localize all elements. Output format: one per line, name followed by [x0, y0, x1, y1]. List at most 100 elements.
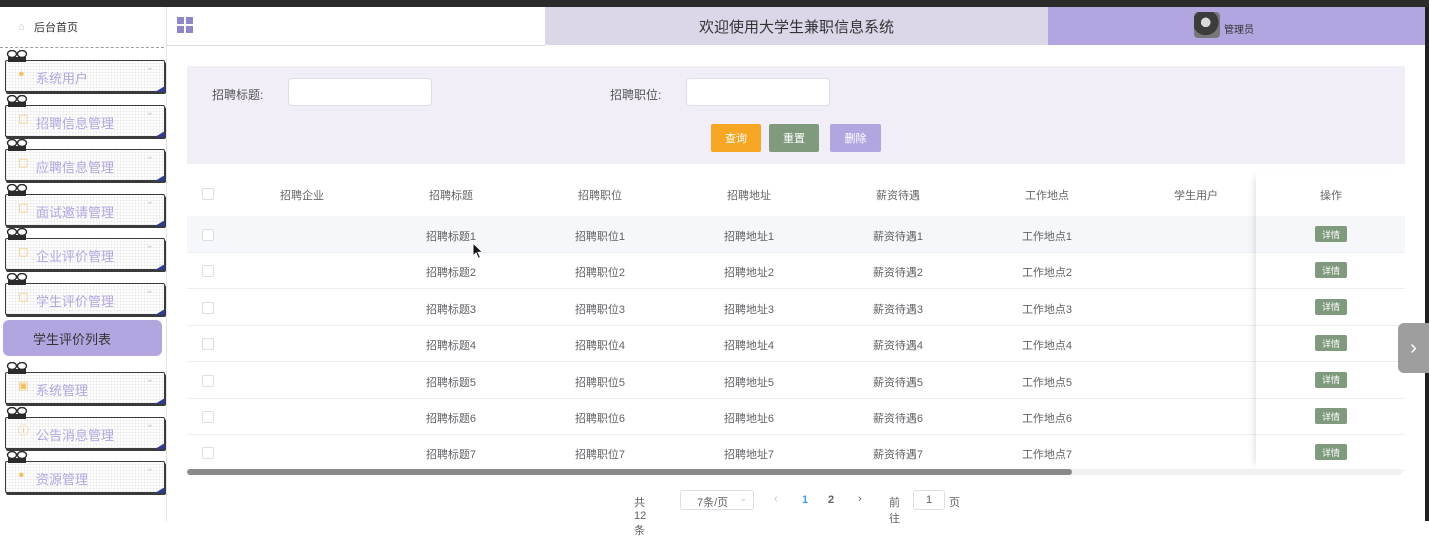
system-title: 欢迎使用大学生兼职信息系统	[698, 18, 894, 36]
corner-decoration	[155, 264, 165, 271]
table-row[interactable]: 招聘标题5 招聘职位5 招聘地址5 薪资待遇5 工作地点5 详情	[187, 362, 1405, 399]
table-cell: 薪资待遇3	[872, 303, 924, 316]
header-company: 招聘企业	[280, 190, 324, 202]
header-student: 学生用户	[1174, 190, 1218, 202]
row-checkbox[interactable]	[202, 374, 214, 387]
sidebar-home[interactable]: ⌂ 后台首页	[0, 7, 164, 48]
sidebar-subitem-student-review-list[interactable]: 学生评价列表	[3, 320, 162, 356]
row-checkbox[interactable]	[202, 265, 214, 278]
info-icon: ⓘ	[18, 424, 29, 437]
chevron-down-icon: ⌄	[145, 62, 154, 73]
sidebar-item-4[interactable]: ▢ 面试邀请管理 ⌄	[0, 183, 165, 230]
header-left	[167, 7, 545, 46]
table-cell: 招聘地址2	[723, 267, 775, 280]
title-filter-input[interactable]	[288, 78, 432, 106]
table-cell: 薪资待遇2	[872, 267, 924, 280]
menu-grid-icon[interactable]	[177, 17, 193, 33]
goto-page-input[interactable]: 1	[913, 490, 945, 510]
sidebar: ⌂ 后台首页 ● 系统用户 ⌄ ▢ 招聘信息管理 ⌄ ▢ 应聘信息管理 ⌄ ▢ 面试邀请管理 ⌄ ▢ 企业…	[0, 7, 167, 521]
avatar[interactable]	[1194, 12, 1220, 38]
binder-clip-icon	[6, 228, 28, 241]
delete-button[interactable]: 删除	[830, 124, 881, 152]
sidebar-item-5[interactable]: ▢ 企业评价管理 ⌄	[0, 228, 165, 274]
table-row[interactable]: 招聘标题1 招聘职位1 招聘地址1 薪资待遇1 工作地点1 详情	[187, 216, 1405, 253]
sidebar-item-3[interactable]: ● 资源管理 ⌄	[0, 451, 165, 497]
page-number-1[interactable]: 1	[802, 494, 808, 506]
sidebar-item-box[interactable]: ▢ 应聘信息管理 ⌄	[5, 149, 165, 182]
doc-icon: ▢	[18, 157, 29, 170]
table-cell: 薪资待遇7	[872, 449, 924, 462]
table-row[interactable]: 招聘标题3 招聘职位3 招聘地址3 薪资待遇3 工作地点3 详情	[187, 289, 1405, 326]
sidebar-subitem-label: 学生评价列表	[33, 331, 112, 347]
table-cell: 招聘标题3	[425, 303, 477, 316]
horizontal-scrollbar[interactable]	[187, 469, 1402, 475]
table-row[interactable]: 招聘标题6 招聘职位6 招聘地址6 薪资待遇6 工作地点6 详情	[187, 398, 1405, 435]
header-salary: 薪资待遇	[876, 190, 920, 202]
window-top-bar	[0, 0, 1429, 7]
chevron-down-icon: ⌄	[145, 106, 154, 118]
sidebar-item-3[interactable]: ▢ 应聘信息管理 ⌄	[0, 139, 165, 185]
sidebar-item-box[interactable]: ▢ 学生评价管理 ⌄	[5, 283, 165, 315]
position-filter-input[interactable]	[686, 78, 830, 106]
chevron-down-icon: ⌄	[739, 493, 747, 503]
picture-icon: ▣	[18, 380, 29, 392]
row-checkbox[interactable]	[202, 301, 214, 314]
table-cell: 招聘职位2	[574, 267, 626, 280]
sidebar-item-1[interactable]: ▣ 系统管理 ⌄	[0, 362, 165, 408]
scrollbar-thumb[interactable]	[187, 469, 1072, 475]
table-cell: 招聘地址1	[723, 231, 775, 243]
page-size-select[interactable]: 7条/页 ⌄	[680, 490, 754, 510]
binder-clip-icon	[6, 273, 28, 285]
top-header: 欢迎使用大学生兼职信息系统 管理员	[167, 7, 1425, 46]
row-checkbox[interactable]	[202, 338, 214, 351]
sidebar-item-label: 招聘信息管理	[36, 115, 115, 131]
table-cell: 工作地点4	[1021, 340, 1073, 353]
query-button[interactable]: 查询	[711, 124, 761, 152]
header-title-area: 欢迎使用大学生兼职信息系统	[545, 7, 1048, 45]
sidebar-item-label: 公告消息管理	[36, 427, 115, 443]
prev-page-icon[interactable]: ‹	[774, 493, 778, 505]
sidebar-item-label: 系统管理	[36, 383, 89, 398]
data-table: 招聘企业 招聘标题 招聘职位 招聘地址 薪资待遇 工作地点 学生用户 操作 招聘…	[187, 172, 1405, 472]
table-row[interactable]: 招聘标题2 招聘职位2 招聘地址2 薪资待遇2 工作地点2 详情	[187, 252, 1405, 290]
table-cell: 招聘职位6	[574, 413, 626, 425]
sidebar-item-box[interactable]: ▢ 招聘信息管理 ⌄	[5, 104, 165, 137]
sidebar-item-label: 资源管理	[36, 472, 89, 488]
doc-icon: ▢	[18, 201, 29, 214]
admin-label[interactable]: 管理员	[1224, 21, 1254, 36]
sidebar-item-1[interactable]: ● 系统用户 ⌄	[0, 50, 165, 96]
row-checkbox[interactable]	[202, 229, 214, 241]
next-page-icon[interactable]: ›	[858, 493, 862, 505]
float-next-arrow-icon[interactable]: ›	[1398, 323, 1429, 373]
header-address: 招聘地址	[727, 190, 771, 202]
sidebar-item-box[interactable]: ▣ 系统管理 ⌄	[5, 372, 165, 404]
sidebar-item-2[interactable]: ▢ 招聘信息管理 ⌄	[0, 94, 165, 141]
reset-button[interactable]: 重置	[769, 124, 819, 152]
table-cell: 工作地点7	[1021, 449, 1073, 462]
sidebar-item-box[interactable]: ● 系统用户 ⌄	[5, 60, 165, 92]
table-cell: 招聘标题4	[425, 340, 477, 353]
sidebar-item-box[interactable]: ● 资源管理 ⌄	[5, 461, 165, 494]
binder-clip-icon	[6, 94, 28, 107]
sidebar-item-label: 系统用户	[36, 71, 89, 86]
doc-icon: ▢	[18, 112, 29, 125]
table-row[interactable]: 招聘标题7 招聘职位7 招聘地址7 薪资待遇7 工作地点7 详情	[187, 434, 1405, 472]
header-user-area[interactable]: 管理员	[1048, 7, 1425, 45]
sidebar-item-6[interactable]: ▢ 学生评价管理 ⌄	[0, 273, 165, 319]
sidebar-item-box[interactable]: ▢ 企业评价管理 ⌄	[5, 238, 165, 271]
row-checkbox[interactable]	[202, 447, 214, 460]
table-cell: 工作地点5	[1021, 376, 1073, 389]
table-cell: 招聘地址4	[723, 340, 775, 353]
sidebar-item-2[interactable]: ⓘ 公告消息管理 ⌄	[0, 406, 165, 453]
binder-clip-icon	[6, 451, 28, 464]
table-row[interactable]: 招聘标题4 招聘职位4 招聘地址4 薪资待遇4 工作地点4 详情	[187, 325, 1405, 363]
row-checkbox[interactable]	[202, 411, 214, 423]
page-number-2[interactable]: 2	[828, 494, 834, 506]
select-all-checkbox[interactable]	[202, 188, 214, 200]
chevron-down-icon: ⌄	[145, 195, 154, 207]
position-filter-label: 招聘职位:	[610, 88, 662, 102]
chevron-down-icon: ⌄	[145, 374, 154, 385]
chevron-down-icon: ⌄	[145, 240, 154, 252]
sidebar-item-box[interactable]: ▢ 面试邀请管理 ⌄	[5, 193, 165, 226]
sidebar-item-box[interactable]: ⓘ 公告消息管理 ⌄	[5, 416, 165, 449]
